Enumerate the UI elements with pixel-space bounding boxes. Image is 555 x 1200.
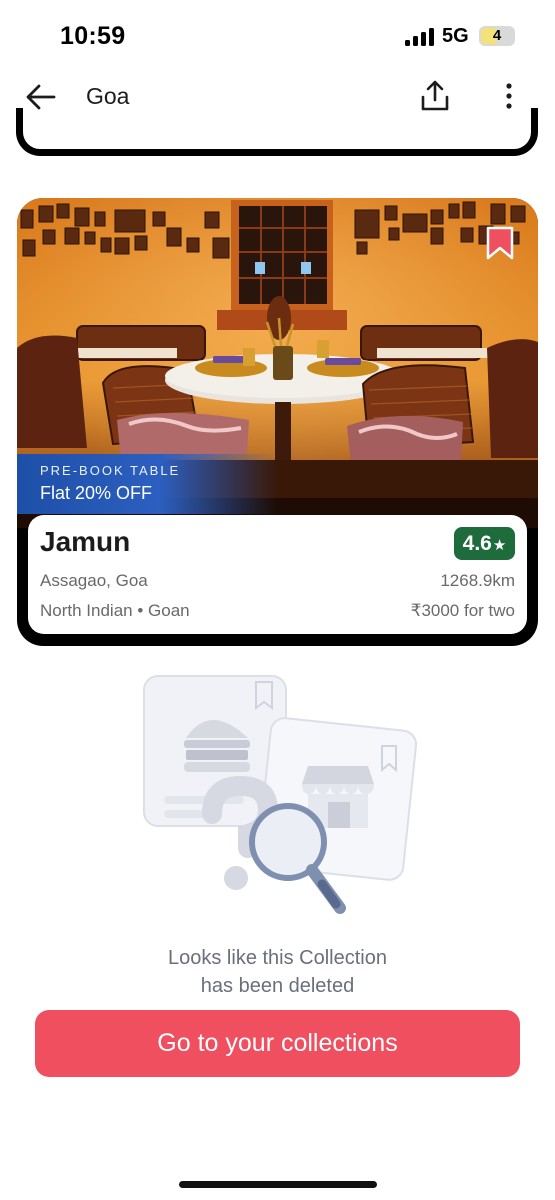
signal-icon — [405, 28, 435, 46]
restaurant-distance: 1268.9km — [440, 571, 515, 590]
battery-level: 4 — [492, 27, 502, 44]
restaurant-location: Assagao, Goa — [40, 571, 148, 590]
restaurant-name: Jamun — [40, 526, 131, 557]
empty-state-message: Looks like this Collection has been dele… — [0, 944, 555, 1000]
network-label: 5G — [442, 25, 469, 47]
bookmark-icon[interactable] — [485, 226, 515, 260]
home-indicator[interactable] — [179, 1181, 377, 1188]
status-time: 10:59 — [60, 22, 126, 50]
previous-card-edge — [16, 108, 538, 156]
restaurant-info: Jamun 4.6★ Assagao, Goa 1268.9km North I… — [28, 515, 527, 634]
restaurant-cuisine: North Indian • Goan — [40, 601, 190, 620]
rating-badge: 4.6★ — [454, 527, 515, 560]
offer-banner: PRE-BOOK TABLE Flat 20% OFF — [17, 454, 277, 514]
empty-state-line-1: Looks like this Collection — [168, 947, 387, 969]
magnifying-glass-question-icon — [143, 675, 418, 914]
restaurant-price: ₹3000 for two — [410, 601, 515, 620]
battery-icon: 4 — [479, 26, 515, 46]
rating-value: 4.6 — [462, 532, 492, 555]
page-title: Goa — [86, 83, 130, 109]
restaurant-card[interactable]: PRE-BOOK TABLE Flat 20% OFF Jamun 4.6★ A… — [17, 198, 538, 646]
go-to-collections-button[interactable]: Go to your collections — [35, 1010, 520, 1077]
status-bar: 10:59 5G 4 — [0, 0, 555, 72]
offer-text: Flat 20% OFF — [40, 483, 153, 503]
offer-label: PRE-BOOK TABLE — [40, 463, 181, 478]
empty-state-line-2: has been deleted — [200, 975, 355, 997]
star-icon: ★ — [492, 537, 507, 554]
